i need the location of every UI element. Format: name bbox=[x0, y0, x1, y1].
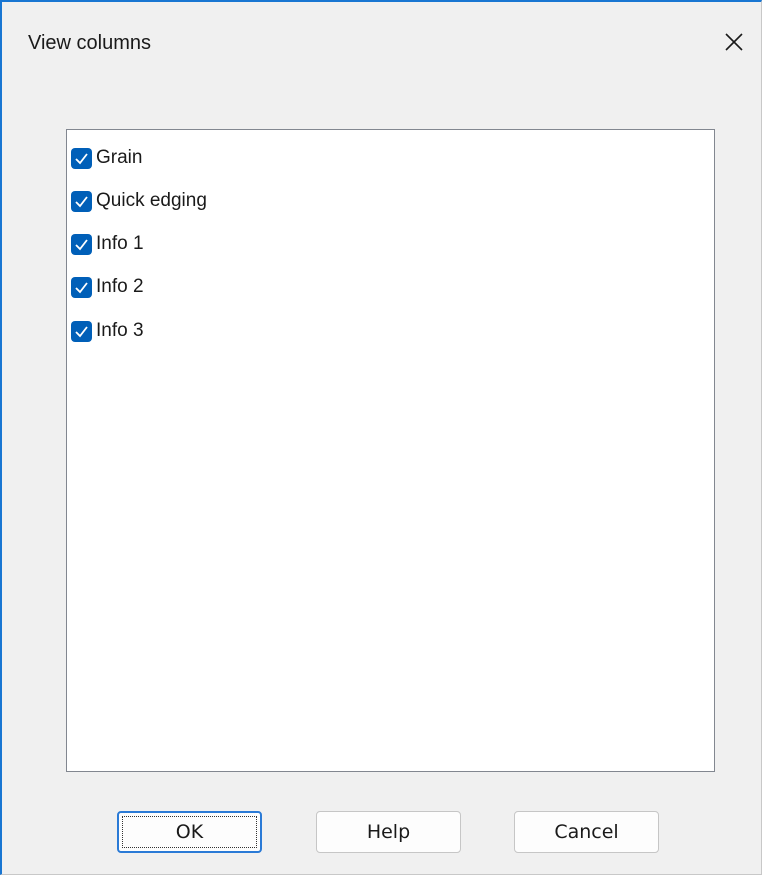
checkmark-icon bbox=[75, 195, 88, 207]
dialog-title: View columns bbox=[28, 32, 152, 54]
checkbox-info-1[interactable] bbox=[71, 233, 92, 255]
list-item-quick-edging[interactable]: Quick edging bbox=[71, 187, 207, 215]
list-item-label: Grain bbox=[96, 147, 143, 168]
checkbox-grain[interactable] bbox=[71, 147, 92, 169]
cancel-button-label: Cancel bbox=[554, 821, 619, 843]
ok-button[interactable]: OK bbox=[117, 811, 262, 853]
checkbox-quick-edging[interactable] bbox=[71, 190, 92, 212]
list-item-label: Info 2 bbox=[96, 276, 144, 297]
help-button-label: Help bbox=[366, 821, 411, 843]
dialog-window: View columns Grain Quick edging Info 1 I… bbox=[0, 0, 762, 875]
close-button[interactable] bbox=[712, 20, 756, 64]
close-icon bbox=[725, 33, 743, 51]
title-bar[interactable]: View columns bbox=[2, 2, 762, 86]
list-item-label: Quick edging bbox=[96, 190, 207, 211]
checkmark-icon bbox=[75, 152, 88, 164]
checkmark-icon bbox=[75, 281, 88, 293]
cancel-button[interactable]: Cancel bbox=[514, 811, 659, 853]
checkbox-info-3[interactable] bbox=[71, 320, 92, 342]
list-item-info-2[interactable]: Info 2 bbox=[71, 273, 144, 301]
list-item-label: Info 3 bbox=[96, 320, 144, 341]
list-item-label: Info 1 bbox=[96, 233, 144, 254]
columns-list[interactable]: Grain Quick edging Info 1 Info 2 Info 3 bbox=[66, 129, 715, 772]
help-button[interactable]: Help bbox=[316, 811, 461, 853]
list-item-info-3[interactable]: Info 3 bbox=[71, 317, 144, 345]
checkmark-icon bbox=[75, 238, 88, 250]
ok-button-label: OK bbox=[175, 821, 204, 843]
list-item-grain[interactable]: Grain bbox=[71, 144, 142, 172]
checkbox-info-2[interactable] bbox=[71, 276, 92, 298]
checkmark-icon bbox=[75, 325, 88, 337]
list-item-info-1[interactable]: Info 1 bbox=[71, 230, 144, 258]
